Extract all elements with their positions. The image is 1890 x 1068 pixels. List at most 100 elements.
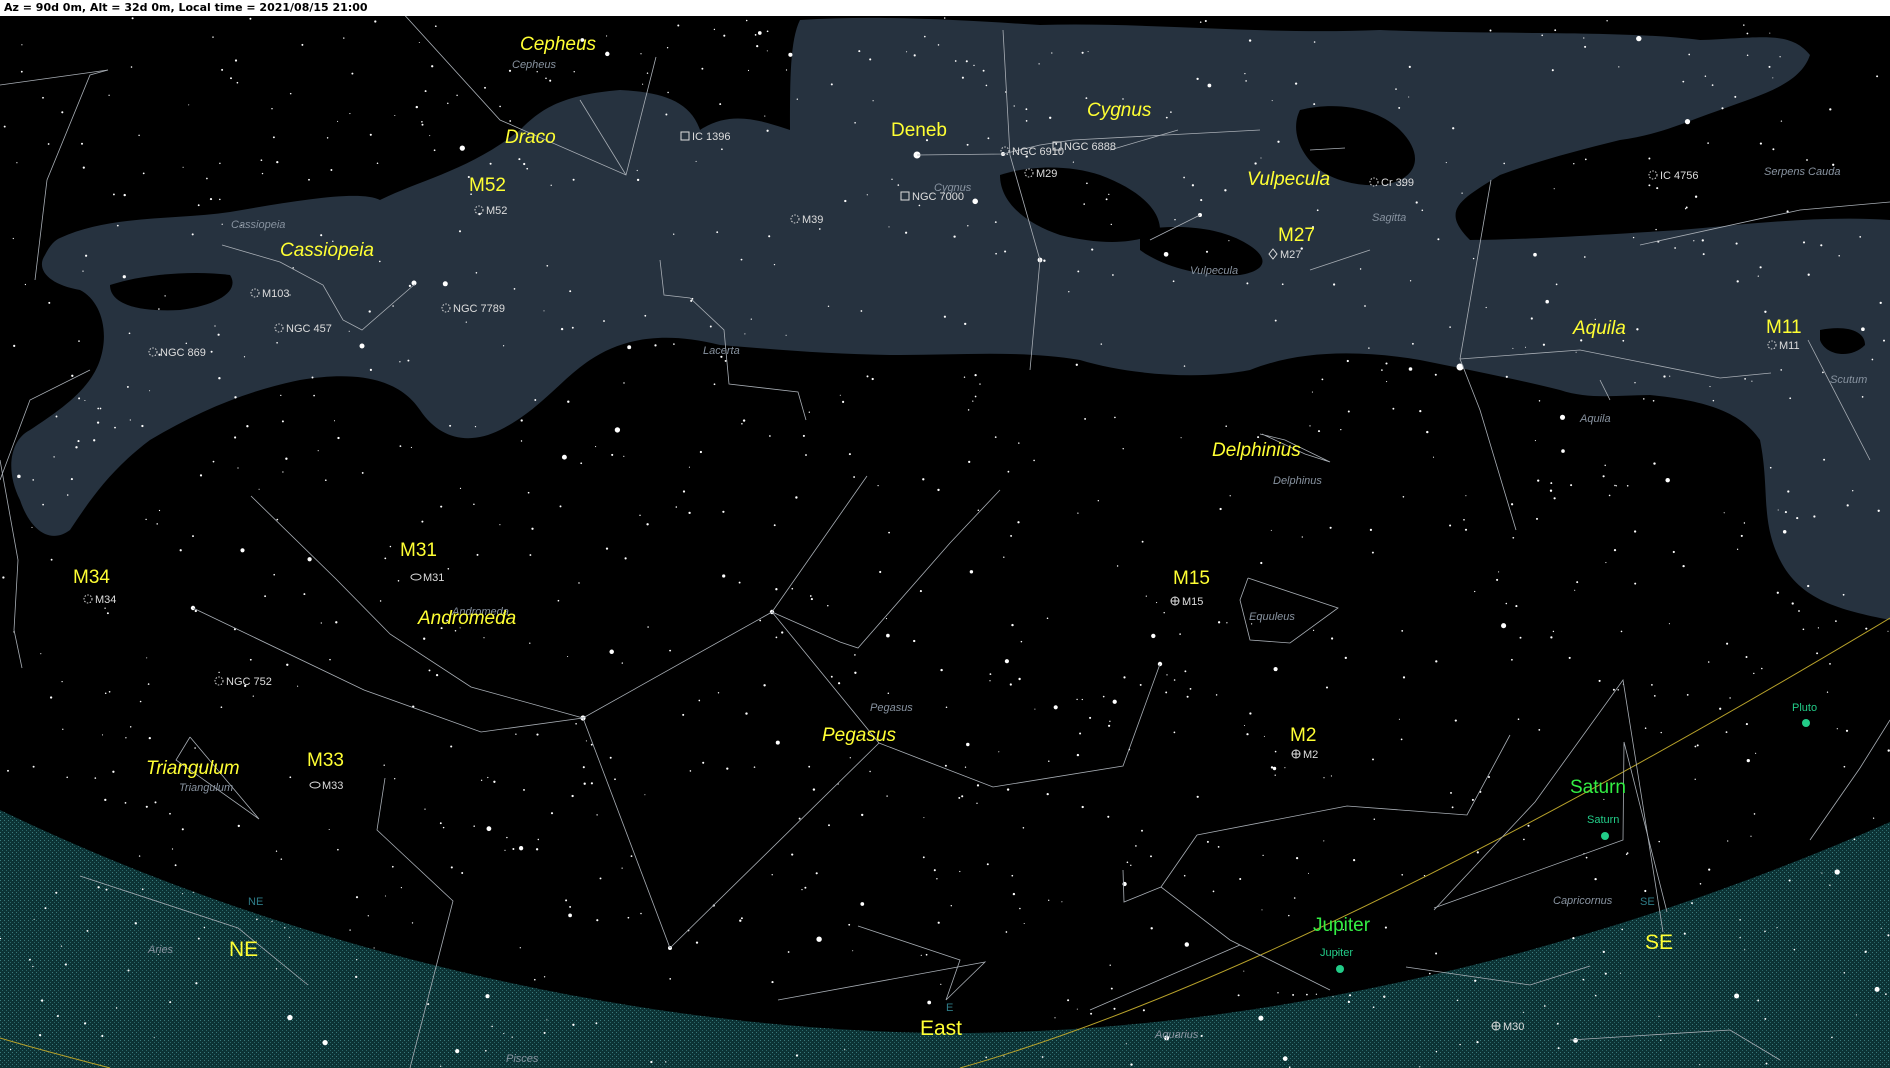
star	[1701, 239, 1704, 242]
star	[1079, 732, 1082, 735]
star	[1618, 66, 1620, 68]
star	[627, 916, 630, 919]
star	[1053, 705, 1058, 710]
star	[1465, 495, 1467, 497]
star	[33, 918, 35, 921]
star	[82, 166, 85, 169]
star	[1244, 72, 1246, 75]
star	[459, 487, 462, 489]
star	[1782, 530, 1787, 534]
planet-name: Jupiter	[1313, 915, 1371, 936]
constellation-name-small: Pegasus	[870, 702, 913, 714]
star	[356, 958, 358, 961]
star	[1076, 753, 1080, 757]
star	[1012, 892, 1016, 896]
star	[695, 941, 699, 944]
star	[886, 633, 890, 638]
sky-chart[interactable]: Cepheus Cassiopeia Cygnus Sagitta Vulpecula S…	[0, 16, 1890, 1068]
star	[844, 199, 847, 203]
star	[1683, 932, 1686, 935]
star	[1086, 182, 1088, 185]
star	[614, 778, 616, 781]
star	[1130, 864, 1132, 866]
star	[771, 981, 774, 984]
star	[560, 327, 564, 331]
star	[1711, 84, 1714, 86]
star	[943, 17, 946, 19]
star	[773, 263, 776, 266]
star	[1536, 517, 1538, 520]
star	[158, 308, 160, 310]
direction-marker: NE	[248, 896, 263, 908]
constellation-name: Draco	[505, 127, 556, 148]
star	[1822, 371, 1824, 374]
star	[284, 927, 286, 929]
star	[1415, 201, 1418, 204]
star	[1656, 187, 1659, 190]
deep-sky-object-label: M15	[1182, 596, 1203, 608]
star	[1102, 695, 1105, 698]
star	[861, 813, 864, 817]
star	[518, 846, 524, 851]
constellation-name: Triangulum	[146, 758, 240, 779]
star	[1151, 633, 1156, 639]
star	[866, 375, 869, 378]
star	[511, 1036, 513, 1038]
star	[281, 420, 284, 423]
star	[1139, 683, 1142, 686]
star	[1652, 399, 1655, 402]
star	[181, 828, 184, 831]
star	[1704, 75, 1707, 78]
star	[1633, 530, 1637, 533]
star	[860, 902, 865, 906]
star	[853, 476, 856, 478]
star	[1699, 883, 1702, 885]
star	[1089, 716, 1092, 719]
star	[1245, 80, 1247, 82]
star	[77, 440, 80, 443]
star	[355, 975, 358, 979]
star	[816, 936, 822, 942]
star	[434, 25, 437, 28]
star	[104, 798, 107, 802]
star	[766, 30, 769, 33]
star	[849, 757, 851, 759]
star	[1041, 1056, 1044, 1058]
star	[1614, 484, 1616, 487]
star	[384, 895, 387, 897]
star	[1141, 829, 1143, 832]
star	[1301, 536, 1303, 538]
star	[1038, 63, 1040, 65]
planet-label-small: Jupiter	[1320, 947, 1353, 959]
star	[329, 658, 331, 661]
star	[534, 399, 537, 401]
star	[614, 427, 621, 433]
star	[1261, 909, 1263, 911]
star	[646, 72, 649, 74]
star	[986, 863, 989, 866]
star	[1668, 623, 1670, 625]
star	[129, 419, 131, 421]
deep-sky-object-label: NGC 6910	[1012, 146, 1064, 158]
star	[1807, 584, 1810, 588]
star	[927, 1000, 932, 1005]
star	[1061, 901, 1063, 903]
star	[830, 83, 833, 86]
star	[1200, 1034, 1203, 1037]
star	[303, 593, 306, 596]
star	[1025, 108, 1028, 111]
star	[131, 17, 134, 20]
deep-sky-object-label: M34	[95, 594, 116, 606]
star	[1542, 343, 1546, 346]
star	[1249, 712, 1252, 715]
star	[1315, 993, 1318, 995]
star	[32, 479, 35, 481]
star	[1165, 116, 1168, 119]
star	[933, 869, 936, 872]
star	[1224, 189, 1227, 192]
star	[212, 460, 215, 463]
star	[276, 160, 279, 164]
star	[1554, 29, 1557, 32]
star	[328, 828, 330, 831]
star	[568, 913, 572, 918]
